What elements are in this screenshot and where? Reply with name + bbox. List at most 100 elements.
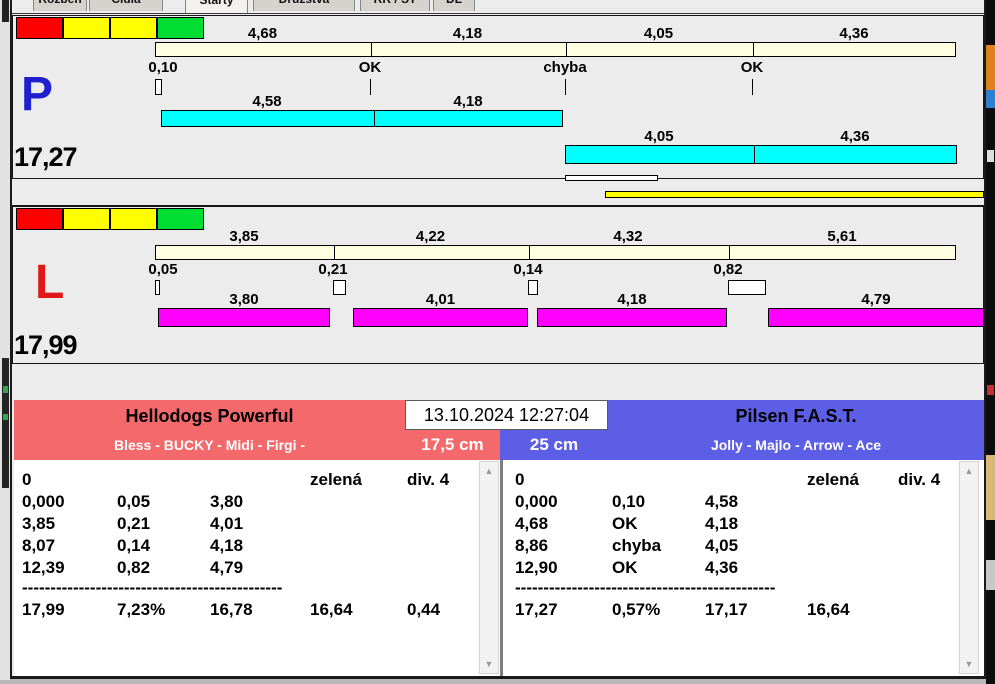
lane-total-time-p: 17,27 — [14, 142, 78, 172]
run-time-label: 4,36 — [840, 128, 870, 145]
jump-height-right: 25 cm — [529, 435, 579, 454]
split-time-label: 4,22 — [415, 228, 446, 245]
cell-change: OK — [612, 558, 638, 577]
table-row: 8,86 chyba 4,05 — [503, 536, 984, 556]
run-bar-row1 — [161, 110, 563, 127]
cell-total-time: 17,27 — [515, 600, 558, 619]
split-time-label: 5,61 — [827, 228, 857, 245]
separator-dashes: ----------------------------------------… — [515, 578, 776, 597]
table-row: 4,68 OK 4,18 — [503, 514, 984, 534]
cell-change: 0,14 — [117, 536, 151, 555]
run-bar — [353, 308, 528, 327]
change-label: 0,82 — [713, 261, 743, 278]
results-table-right: 0 zelená div. 4 0,000 0,10 4,58 4,68 OK … — [503, 460, 984, 676]
tab-bottom-line — [10, 13, 986, 14]
tab-label: Rozběh — [38, 0, 81, 6]
header-cell: zelená — [310, 470, 362, 489]
cell-percent: 7,23% — [117, 600, 166, 619]
tab-starty[interactable]: Starty — [185, 0, 248, 13]
cell-total: 0,000 — [515, 492, 558, 511]
tab-label: Čidla — [111, 0, 140, 6]
timing-app-window: Rozběh Čidla Starty Družstva RR / ST DL … — [0, 0, 995, 684]
split-time-label: 4,18 — [452, 25, 483, 42]
tab-druzstva[interactable]: Družstva — [253, 0, 355, 11]
run-time-label: 4,01 — [425, 291, 456, 308]
run-time-label: 4,05 — [644, 128, 674, 145]
run-time-label: 4,79 — [861, 291, 891, 308]
table-row: 3,85 0,21 4,01 — [14, 514, 500, 534]
cell-change: 0,21 — [117, 514, 151, 533]
jump-height-left: 17,5 cm — [421, 435, 484, 454]
traffic-light-yellow — [63, 17, 110, 39]
cell-best-time: 16,64 — [807, 600, 850, 619]
scroll-down-icon[interactable]: ▼ — [960, 657, 978, 671]
cell-change: chyba — [612, 536, 662, 555]
tab-dl[interactable]: DL — [433, 0, 475, 11]
split-time-label: 4,05 — [643, 25, 674, 42]
tab-label: DL — [446, 0, 462, 6]
split-time-label: 3,85 — [229, 228, 259, 245]
cell-runtime: 4,01 — [210, 514, 244, 533]
reference-split-bar — [155, 42, 956, 57]
table-row: 0,000 0,10 4,58 — [503, 492, 984, 512]
cell-diff: 0,44 — [407, 600, 441, 619]
cell-runtime: 4,36 — [705, 558, 739, 577]
run-time-label: 4,58 — [252, 93, 282, 110]
cell-runtime: 4,18 — [210, 536, 244, 555]
traffic-light-red — [16, 208, 63, 230]
traffic-light-green — [157, 208, 204, 230]
change-label: 0,21 — [318, 261, 348, 278]
run-time-label: 3,80 — [229, 291, 259, 308]
cell-runtime: 4,05 — [705, 536, 739, 555]
lane-panel-p: 4,68 4,18 4,05 4,36 0,10 OK chyba OK P 4… — [12, 15, 984, 179]
desktop-sliver-left — [0, 0, 10, 680]
split-time-label: 4,36 — [839, 25, 869, 42]
traffic-light-yellow — [63, 208, 110, 230]
split-time-label: 4,68 — [247, 25, 278, 42]
header-cell: zelená — [807, 470, 859, 489]
cell-runtime: 3,80 — [210, 492, 244, 511]
background-window-sliver — [986, 0, 995, 684]
header-cell: div. 4 — [407, 470, 450, 489]
cell-total: 3,85 — [22, 514, 56, 533]
scroll-up-icon[interactable]: ▲ — [960, 464, 978, 478]
scrollbar-left-table[interactable]: ▲ ▼ — [479, 461, 499, 674]
pending-run-bar — [565, 175, 658, 181]
change-gap-box — [333, 280, 346, 295]
tab-rozbeh[interactable]: Rozběh — [33, 0, 87, 11]
scroll-down-icon[interactable]: ▼ — [480, 657, 498, 671]
tab-label: RR / ST — [374, 0, 417, 6]
table-row: 8,07 0,14 4,18 — [14, 536, 500, 556]
table-total-row: 17,27 0,57% 17,17 16,64 — [503, 600, 984, 620]
table-total-row: 17,99 7,23% 16,78 16,64 0,44 — [14, 600, 500, 620]
reference-split-bar — [155, 245, 956, 260]
cell-total: 12,90 — [515, 558, 558, 577]
change-gap-box — [155, 79, 162, 95]
cell-total: 4,68 — [515, 514, 549, 533]
change-tick — [370, 79, 371, 95]
run-bar — [158, 308, 330, 327]
header-cell: div. 4 — [898, 470, 941, 489]
cell-net-time: 17,17 — [705, 600, 748, 619]
table-separator-row: ----------------------------------------… — [503, 578, 984, 598]
table-row: 12,90 OK 4,36 — [503, 558, 984, 578]
traffic-light-yellow — [110, 208, 157, 230]
change-label: 0,14 — [513, 261, 543, 278]
tab-rr-st[interactable]: RR / ST — [360, 0, 430, 11]
run-divider — [374, 111, 375, 126]
table-header-row: 0 zelená div. 4 — [14, 470, 500, 490]
table-row: 0,000 0,05 3,80 — [14, 492, 500, 512]
change-label: OK — [358, 59, 382, 76]
team-dogs-left: Bless - BUCKY - Midi - Firgi - — [113, 437, 306, 453]
cell-total: 12,39 — [22, 558, 65, 577]
team-name-right: Pilsen F.A.S.T. — [735, 406, 857, 426]
results-table-left: 0 zelená div. 4 0,000 0,05 3,80 3,85 0,2… — [14, 460, 500, 676]
tab-cidla[interactable]: Čidla — [89, 0, 163, 11]
change-label: 0,05 — [148, 261, 178, 278]
scrollbar-right-table[interactable]: ▲ ▼ — [959, 461, 979, 674]
datetime-box: 13.10.2024 12:27:04 — [405, 400, 608, 430]
split-divider — [371, 43, 372, 56]
cell-runtime: 4,79 — [210, 558, 244, 577]
run-time-label: 4,18 — [453, 93, 483, 110]
scroll-up-icon[interactable]: ▲ — [480, 464, 498, 478]
